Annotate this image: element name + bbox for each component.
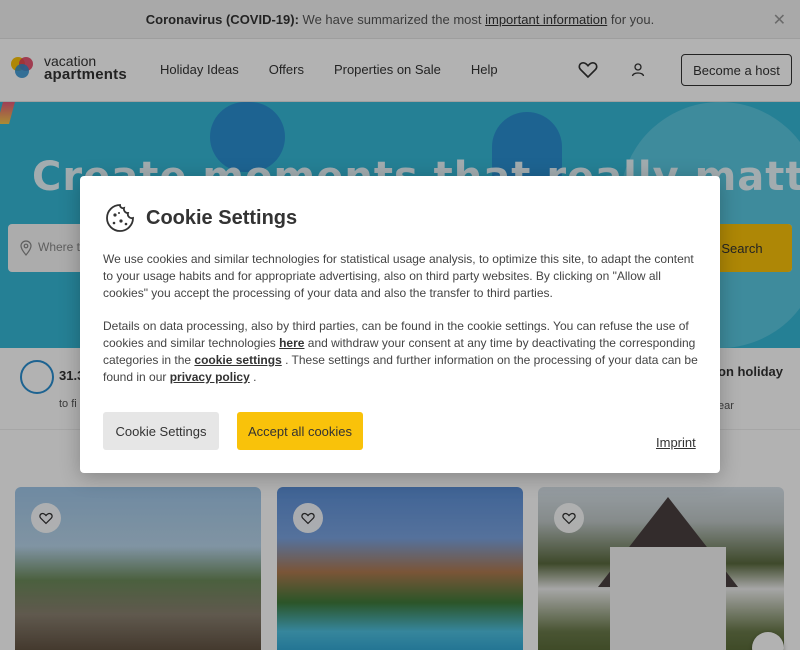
imprint-link[interactable]: Imprint: [656, 435, 696, 450]
cookie-settings-link[interactable]: cookie settings: [194, 353, 281, 367]
cookie-settings-button[interactable]: Cookie Settings: [103, 412, 219, 450]
dialog-header: Cookie Settings: [104, 202, 297, 234]
cookie-icon: [106, 204, 134, 232]
accept-all-cookies-button[interactable]: Accept all cookies: [237, 412, 363, 450]
dialog-paragraph-2: Details on data processing, also by thir…: [103, 318, 699, 386]
dialog-body: We use cookies and similar technologies …: [103, 251, 699, 402]
para2-text-d: .: [249, 370, 257, 384]
cookie-settings-dialog: Cookie Settings We use cookies and simil…: [80, 176, 720, 473]
privacy-policy-link[interactable]: privacy policy: [170, 370, 250, 384]
dialog-paragraph-1: We use cookies and similar technologies …: [103, 252, 694, 300]
dialog-title: Cookie Settings: [146, 206, 298, 229]
here-link[interactable]: here: [279, 336, 304, 350]
